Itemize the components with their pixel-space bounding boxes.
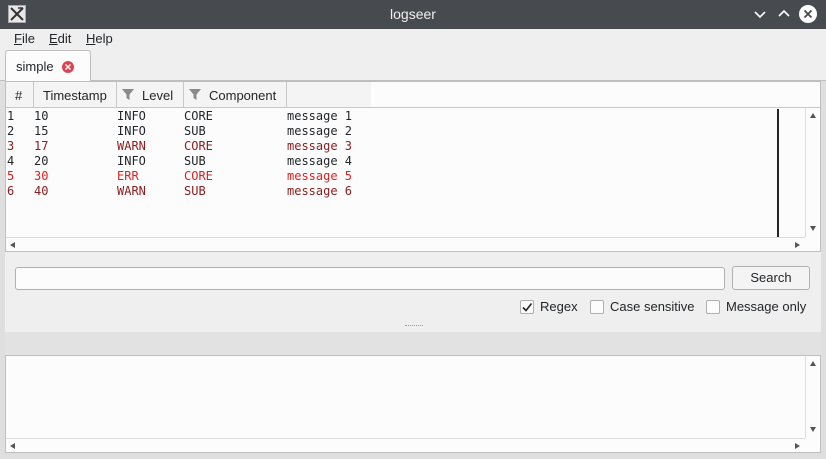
window-titlebar: logseer [0, 0, 826, 29]
main-panel: # Timestamp Level Component 1 10 INFO CO… [5, 81, 821, 332]
menu-file[interactable]: File [14, 31, 35, 46]
scroll-right-icon[interactable] [795, 242, 800, 248]
cell-timestamp: 40 [34, 184, 49, 198]
cell-component: SUB [184, 124, 206, 138]
scroll-down-icon[interactable] [810, 427, 816, 432]
minimize-button[interactable] [750, 4, 770, 24]
checkbox-box[interactable] [706, 300, 720, 314]
cell-timestamp: 20 [34, 154, 49, 168]
log-table: # Timestamp Level Component 1 10 INFO CO… [5, 81, 821, 252]
cell-level: INFO [117, 109, 146, 123]
cell-number: 4 [7, 154, 15, 168]
table-vertical-scrollbar[interactable] [805, 108, 820, 238]
filter-icon[interactable] [188, 87, 202, 103]
table-row[interactable]: 6 40 WARN SUB message 6 [6, 184, 776, 199]
scroll-left-icon[interactable] [10, 443, 15, 449]
chevron-down-icon [754, 11, 766, 19]
header-label: # [15, 88, 23, 103]
search-input[interactable] [15, 267, 725, 290]
table-row[interactable]: 3 17 WARN CORE message 3 [6, 139, 776, 154]
detail-pane[interactable] [5, 355, 821, 453]
scroll-up-icon[interactable] [810, 113, 816, 118]
table-row[interactable]: 4 20 INFO SUB message 4 [6, 154, 776, 169]
search-button[interactable]: Search [732, 266, 810, 290]
tab-bar: simple [0, 49, 826, 82]
table-row[interactable]: 5 30 ERR CORE message 5 [6, 169, 776, 184]
cell-number: 1 [7, 109, 15, 123]
checkbox-label: Message only [726, 299, 807, 314]
filter-icon[interactable] [121, 87, 135, 103]
tab-label: simple [16, 59, 54, 74]
table-body: 1 10 INFO CORE message 1 2 15 INFO SUB m… [6, 109, 776, 199]
text-cursor-line [777, 109, 779, 238]
close-window-button[interactable] [798, 4, 818, 24]
tab-close-icon[interactable] [61, 60, 75, 74]
cell-timestamp: 17 [34, 139, 49, 153]
header-empty-area [371, 82, 820, 108]
checkbox-label: Regex [540, 299, 578, 314]
cell-timestamp: 30 [34, 169, 49, 183]
checkbox-box[interactable] [590, 300, 604, 314]
menu-help[interactable]: Help [86, 31, 113, 46]
header-label: Timestamp [43, 88, 107, 103]
detail-vertical-scrollbar[interactable] [805, 356, 820, 438]
table-row[interactable]: 2 15 INFO SUB message 2 [6, 124, 776, 139]
cell-message: message 4 [287, 154, 353, 168]
cell-level: INFO [117, 154, 146, 168]
maximize-button[interactable] [774, 4, 794, 24]
chevron-up-icon [778, 9, 790, 17]
cell-component: SUB [184, 184, 206, 198]
cell-component: SUB [184, 154, 206, 168]
cell-message: message 3 [287, 139, 353, 153]
header-timestamp[interactable]: Timestamp [34, 82, 117, 108]
checkbox-label: Case sensitive [610, 299, 695, 314]
scroll-left-icon[interactable] [10, 242, 15, 248]
splitter-handle[interactable] [405, 325, 423, 328]
scroll-down-icon[interactable] [810, 226, 816, 231]
cell-level: ERR [117, 169, 139, 183]
cell-message: message 5 [287, 169, 353, 183]
checkbox-box[interactable] [520, 300, 534, 314]
cell-component: CORE [184, 169, 213, 183]
cell-message: message 6 [287, 184, 353, 198]
tab-simple[interactable]: simple [5, 50, 91, 82]
header-label: Component [209, 88, 277, 103]
table-horizontal-scrollbar[interactable] [6, 237, 805, 251]
window-title: logseer [390, 6, 436, 22]
cell-number: 6 [7, 184, 15, 198]
checkmark-icon [522, 303, 533, 312]
header-number[interactable]: # [6, 82, 34, 108]
header-label: Level [142, 88, 174, 103]
cell-level: WARN [117, 139, 146, 153]
header-level[interactable]: Level [117, 82, 184, 108]
header-component[interactable]: Component [184, 82, 287, 108]
cell-number: 5 [7, 169, 15, 183]
menu-bar: File Edit Help [0, 29, 826, 49]
cell-number: 2 [7, 124, 15, 138]
scrollbar-corner [805, 438, 820, 452]
cell-timestamp: 15 [34, 124, 49, 138]
lower-pane-header [5, 332, 821, 355]
scroll-up-icon[interactable] [810, 361, 816, 366]
cell-component: CORE [184, 109, 213, 123]
table-header: # Timestamp Level Component [6, 82, 371, 108]
scrollbar-corner [805, 237, 820, 251]
cell-component: CORE [184, 139, 213, 153]
cell-number: 3 [7, 139, 15, 153]
close-icon [799, 5, 817, 23]
menu-edit[interactable]: Edit [49, 31, 71, 46]
table-row[interactable]: 1 10 INFO CORE message 1 [6, 109, 776, 124]
cell-level: INFO [117, 124, 146, 138]
cell-timestamp: 10 [34, 109, 49, 123]
detail-horizontal-scrollbar[interactable] [6, 438, 805, 452]
cell-level: WARN [117, 184, 146, 198]
cell-message: message 2 [287, 124, 353, 138]
scroll-right-icon[interactable] [795, 443, 800, 449]
cell-message: message 1 [287, 109, 353, 123]
